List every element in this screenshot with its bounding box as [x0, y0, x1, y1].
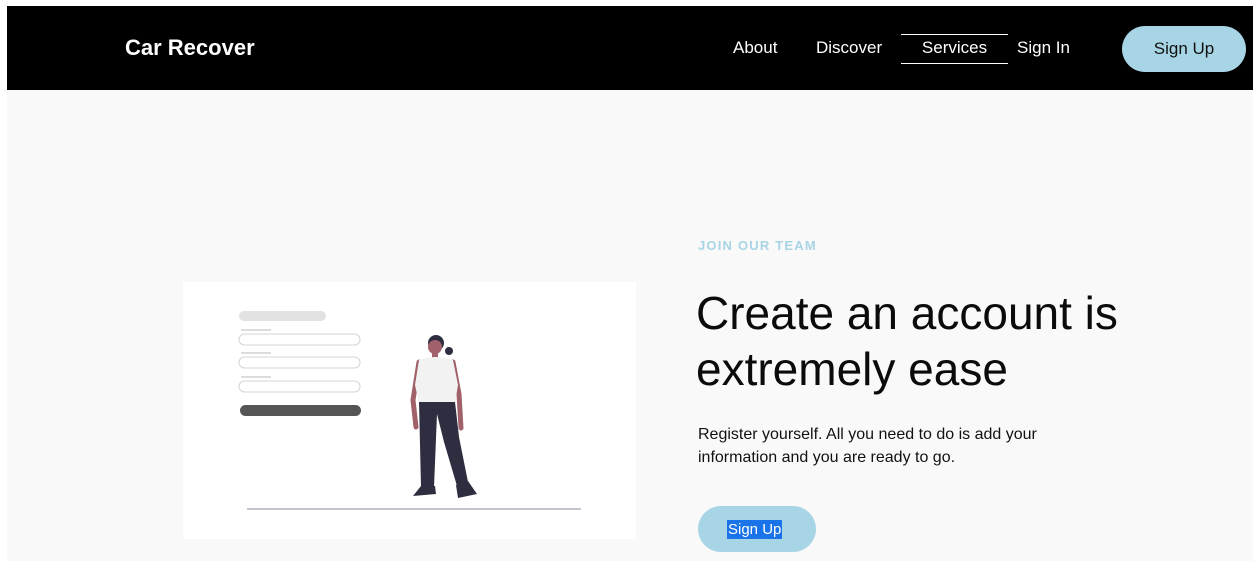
signup-form-person-illustration-icon	[238, 311, 581, 510]
top-navbar: Car Recover About Discover Services Sign…	[7, 6, 1253, 90]
hero-section: JOIN OUR TEAM Create an account is extre…	[7, 90, 1253, 561]
hero-sign-up-label: Sign Up	[727, 520, 783, 539]
nav-services-link[interactable]: Services	[901, 34, 1008, 64]
nav-discover-link[interactable]: Discover	[816, 36, 882, 60]
hero-headline: Create an account is extremely ease	[696, 287, 1118, 395]
nav-sign-in-link[interactable]: Sign In	[1017, 36, 1070, 60]
join-team-eyebrow: JOIN OUR TEAM	[698, 238, 817, 253]
hero-sign-up-button[interactable]: Sign Up	[698, 506, 816, 552]
page: Car Recover About Discover Services Sign…	[0, 0, 1260, 561]
nav-about-link[interactable]: About	[733, 36, 777, 60]
hero-description: Register yourself. All you need to do is…	[698, 426, 1037, 466]
header-sign-up-button[interactable]: Sign Up	[1122, 26, 1246, 72]
brand-logo[interactable]: Car Recover	[125, 32, 255, 64]
signup-illustration	[183, 282, 636, 539]
